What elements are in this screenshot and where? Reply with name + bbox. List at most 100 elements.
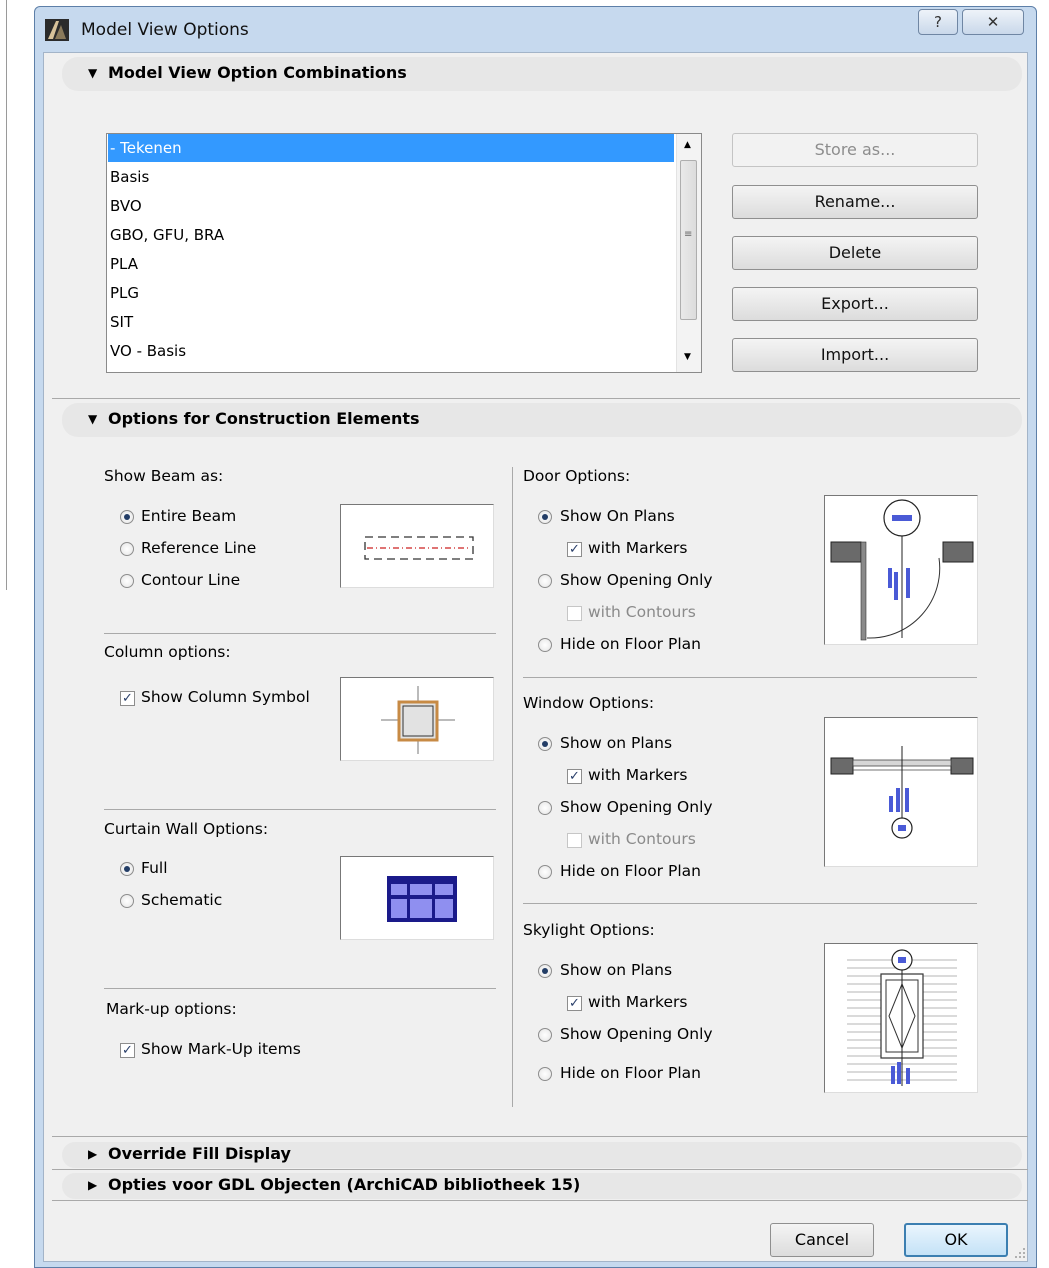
skylight-hide-on-floor-plan-label[interactable]: Hide on Floor Plan [560,1064,701,1082]
radio-reference-line[interactable] [120,542,134,556]
checkbox-window-with-markers[interactable]: ✓ [567,769,582,784]
expand-arrow-icon: ▼ [88,66,98,80]
section-gdl-objects[interactable]: ▶ Opties voor GDL Objecten (ArchiCAD bib… [62,1173,1022,1199]
radio-full[interactable] [120,862,134,876]
section-construction-elements[interactable]: ▼ Options for Construction Elements [62,403,1022,437]
section-divider [52,1200,1028,1201]
scroll-thumb[interactable]: ≡ [680,160,697,320]
resize-grip-icon[interactable] [1014,1247,1026,1259]
radio-entire-beam[interactable] [120,510,134,524]
radio-schematic[interactable] [120,894,134,908]
list-item[interactable]: PLA [108,250,674,278]
window-options-label: Window Options: [523,694,655,712]
store-as-button[interactable]: Store as... [732,133,978,167]
door-hide-on-floor-plan-label[interactable]: Hide on Floor Plan [560,635,701,653]
skylight-show-on-plans-label[interactable]: Show on Plans [560,961,672,979]
skylight-preview-graphic [847,949,957,1086]
show-column-symbol-label[interactable]: Show Column Symbol [141,688,310,706]
divider [523,677,977,678]
radio-window-show-opening-only[interactable] [538,801,552,815]
radio-door-show-opening-only[interactable] [538,574,552,588]
close-icon: ✕ [986,13,1000,31]
help-button[interactable]: ? [918,9,958,35]
section-title: Opties voor GDL Objecten (ArchiCAD bibli… [108,1175,581,1194]
checkbox-door-with-markers[interactable]: ✓ [567,542,582,557]
list-scrollbar[interactable]: ▲ ≡ ▼ [676,134,701,372]
full-label[interactable]: Full [141,859,168,877]
section-divider [52,1169,1028,1170]
help-icon: ? [934,13,942,31]
delete-button[interactable]: Delete [732,236,978,270]
skylight-preview [824,943,978,1093]
list-item[interactable]: PLG [108,279,674,307]
door-with-markers-label[interactable]: with Markers [588,539,687,557]
export-button[interactable]: Export... [732,287,978,321]
archicad-logo-icon [45,19,69,41]
radio-skylight-show-opening-only[interactable] [538,1028,552,1042]
checkbox-skylight-with-markers[interactable]: ✓ [567,996,582,1011]
radio-contour-line[interactable] [120,574,134,588]
window-preview-graphic [830,746,974,839]
list-item[interactable]: Basis [108,163,674,191]
section-title: Options for Construction Elements [108,409,420,428]
door-with-contours-label[interactable]: with Contours [588,603,696,621]
list-item[interactable]: VO - Basis [108,337,674,365]
radio-skylight-show-on-plans[interactable] [538,964,552,978]
scroll-up-arrow-icon[interactable]: ▲ [684,140,691,150]
window-with-contours-label[interactable]: with Contours [588,830,696,848]
beam-preview-graphic [364,536,474,560]
curtain-wall-preview-graphic [387,876,457,922]
door-show-opening-only-label[interactable]: Show Opening Only [560,571,713,589]
curtain-wall-options-label: Curtain Wall Options: [104,820,269,838]
list-item[interactable]: BVO [108,192,674,220]
contour-line-label[interactable]: Contour Line [141,571,240,589]
radio-skylight-hide-on-floor-plan[interactable] [538,1067,552,1081]
beam-options-label: Show Beam as: [104,467,224,485]
scroll-down-arrow-icon[interactable]: ▼ [684,352,691,362]
window-hide-on-floor-plan-label[interactable]: Hide on Floor Plan [560,862,701,880]
divider [104,633,496,634]
entire-beam-label[interactable]: Entire Beam [141,507,236,525]
section-divider [52,398,1020,399]
section-override-fill-display[interactable]: ▶ Override Fill Display [62,1142,1022,1168]
column-preview-graphic [381,686,455,754]
grip-icon: ≡ [684,229,693,240]
checkbox-door-with-contours[interactable] [567,606,582,621]
radio-door-hide-on-floor-plan[interactable] [538,638,552,652]
skylight-with-markers-label[interactable]: with Markers [588,993,687,1011]
show-markup-items-label[interactable]: Show Mark-Up items [141,1040,301,1058]
checkbox-show-markup-items[interactable]: ✓ [120,1043,135,1058]
markup-options-label: Mark-up options: [106,1000,237,1018]
column-options-label: Column options: [104,643,231,661]
title-bar: Model View Options ? ✕ [35,7,1036,52]
door-preview [824,495,978,645]
checkbox-show-column-symbol[interactable]: ✓ [120,691,135,706]
ok-button[interactable]: OK [904,1223,1008,1257]
dialog-window: Model View Options ? ✕ ▼ Model View Opti… [34,6,1037,1268]
background-window-edge [0,0,7,590]
checkbox-window-with-contours[interactable] [567,833,582,848]
skylight-options-label: Skylight Options: [523,921,655,939]
list-item[interactable]: GBO, GFU, BRA [108,221,674,249]
reference-line-label[interactable]: Reference Line [141,539,256,557]
schematic-label[interactable]: Schematic [141,891,222,909]
radio-window-hide-on-floor-plan[interactable] [538,865,552,879]
door-show-on-plans-label[interactable]: Show On Plans [560,507,675,525]
skylight-show-opening-only-label[interactable]: Show Opening Only [560,1025,713,1043]
section-title: Override Fill Display [108,1144,291,1163]
list-item[interactable]: - Tekenen [108,134,674,162]
window-with-markers-label[interactable]: with Markers [588,766,687,784]
window-show-opening-only-label[interactable]: Show Opening Only [560,798,713,816]
cancel-button[interactable]: Cancel [770,1223,874,1257]
radio-window-show-on-plans[interactable] [538,737,552,751]
radio-door-show-on-plans[interactable] [538,510,552,524]
list-item[interactable]: SIT [108,308,674,336]
rename-button[interactable]: Rename... [732,185,978,219]
close-button[interactable]: ✕ [962,9,1024,35]
divider [104,988,496,989]
window-show-on-plans-label[interactable]: Show on Plans [560,734,672,752]
combinations-listbox[interactable]: - Tekenen Basis BVO GBO, GFU, BRA PLA PL… [106,133,702,373]
import-button[interactable]: Import... [732,338,978,372]
divider [523,903,977,904]
section-model-view-combinations[interactable]: ▼ Model View Option Combinations [62,57,1022,91]
